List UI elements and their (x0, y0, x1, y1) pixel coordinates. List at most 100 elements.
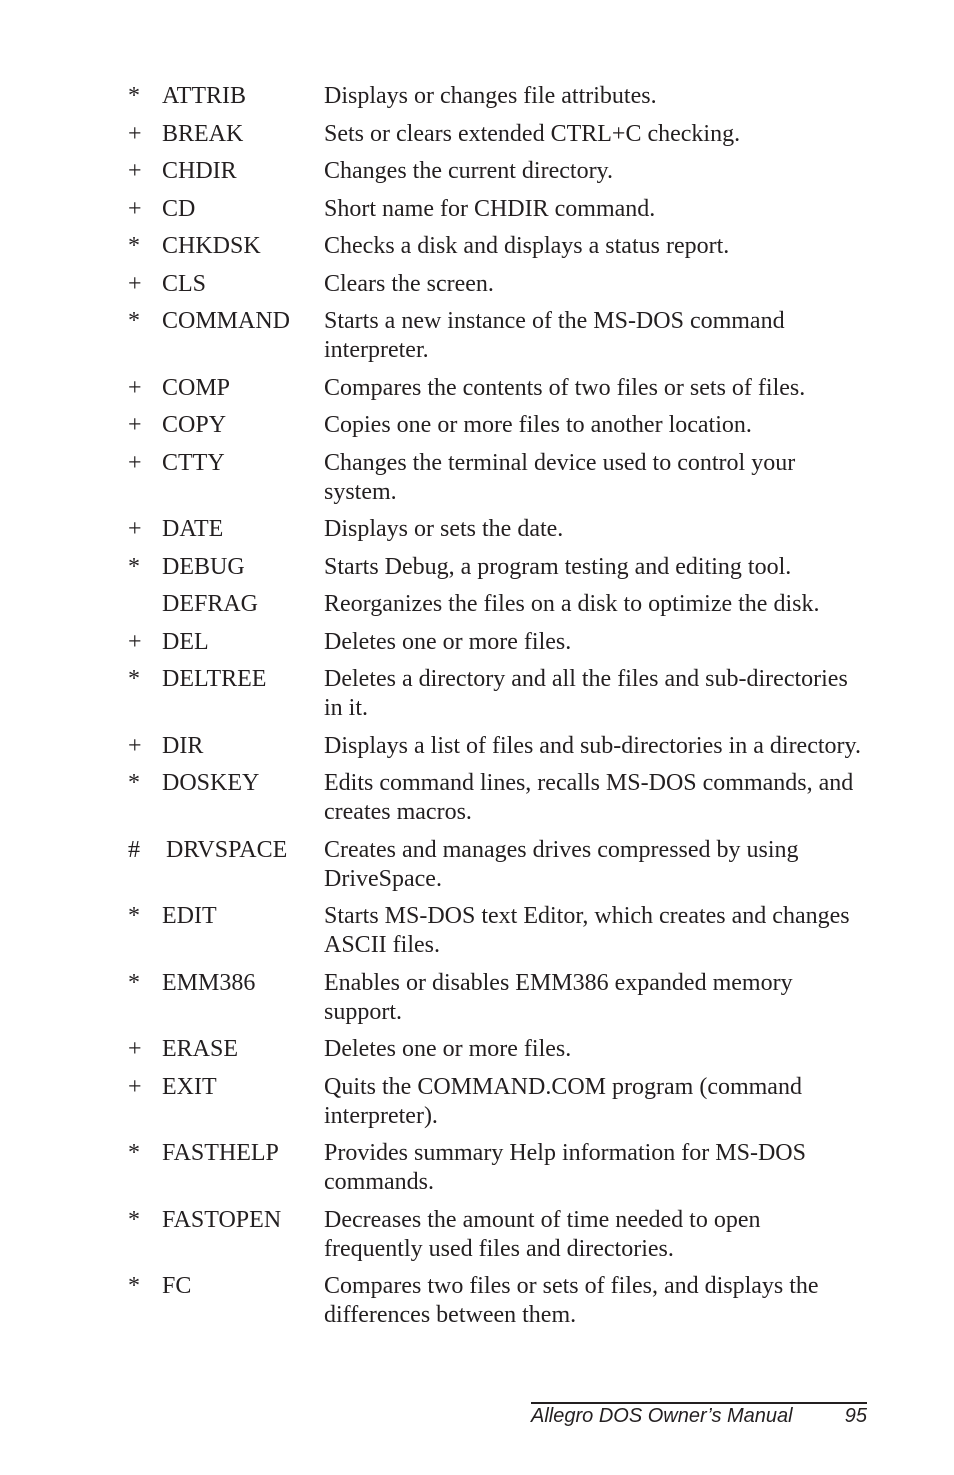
command-description: Decreases the amount of time needed to o… (324, 1206, 761, 1262)
command-entry: + BREAK Sets or clears extended CTRL+C che… (0, 120, 954, 149)
command-entry: + CHDIR Changes the current directory. (0, 157, 954, 186)
command-name: CHDIR (162, 158, 237, 184)
manual-title: Allegro DOS Owner’s Manual (531, 1405, 793, 1427)
command-description: Enables or disables EMM386 expanded memo… (324, 969, 793, 1025)
command-name: DOSKEY (162, 770, 260, 796)
command-description: Edits command lines, recalls MS-DOS comm… (324, 770, 854, 825)
command-description: Deletes a directory and all the files an… (324, 666, 848, 721)
command-description: Displays or changes file attributes. (324, 83, 657, 109)
availability-mark: * (128, 233, 140, 259)
command-description: Starts MS-DOS text Editor, which creates… (324, 903, 850, 958)
availability-mark: + (128, 158, 142, 184)
command-entry: + ERASE Deletes one or more files. (0, 1035, 954, 1064)
availability-mark: * (128, 666, 140, 692)
command-description: Creates and manages drives compressed by… (324, 836, 799, 892)
command-entry: + COMP Compares the contents of two files … (0, 374, 954, 403)
command-name: EMM386 (162, 969, 256, 996)
command-description: Changes the current directory. (324, 158, 613, 184)
availability-mark: + (128, 195, 142, 222)
command-description: Deletes one or more files. (324, 1036, 572, 1062)
command-entry: + DEL Deletes one or more files. (0, 628, 954, 657)
command-description: Copies one or more files to another loca… (324, 412, 752, 438)
command-description: Clears the screen. (324, 270, 494, 297)
command-entry: + CTTY Changes the terminal device used to… (0, 449, 954, 507)
command-name: FASTHELP (162, 1140, 279, 1166)
availability-mark: * (128, 903, 140, 929)
availability-mark: * (128, 969, 140, 996)
command-name: CLS (162, 270, 207, 297)
availability-mark: + (128, 120, 142, 147)
command-name: BREAK (162, 120, 244, 147)
command-entry: * DEBUG Starts Debug, a program testing an… (0, 553, 954, 582)
page-number: 95 (844, 1405, 867, 1427)
command-description: Compares the contents of two files or se… (324, 374, 806, 401)
command-name: COPY (162, 412, 227, 438)
availability-mark: + (128, 270, 142, 297)
command-name: DEBUG (162, 553, 245, 580)
command-description: Compares two files or sets of files, and… (324, 1273, 819, 1328)
command-description: Quits the COMMAND.COM program (command i… (324, 1073, 802, 1129)
footer-rule (531, 1402, 867, 1404)
availability-mark: # (128, 836, 140, 863)
command-name: FC (162, 1273, 192, 1299)
availability-mark: * (128, 1273, 140, 1299)
command-entry: * CHKDSK Checks a disk and displays a stat… (0, 232, 954, 261)
command-description: Provides summary Help information for MS… (324, 1140, 806, 1195)
availability-mark: + (128, 1073, 142, 1100)
availability-mark: + (128, 628, 142, 655)
command-description: Displays or sets the date. (324, 516, 564, 542)
command-name: ATTRIB (162, 83, 246, 109)
availability-mark: * (128, 1206, 140, 1233)
availability-mark: + (128, 412, 142, 438)
command-entry: + DATE Displays or sets the date. (0, 515, 954, 544)
command-name: COMP (162, 374, 231, 401)
command-description: Checks a disk and displays a status repo… (324, 233, 730, 259)
command-name: FASTOPEN (162, 1206, 282, 1233)
command-description: Changes the terminal device used to cont… (324, 449, 796, 505)
command-entry: # DRVSPACE Creates and manages drives comp… (0, 836, 954, 894)
command-entry: + CLS Clears the screen. (0, 270, 954, 299)
command-entry: * FC Compares two files or sets of files, … (0, 1272, 954, 1330)
command-name: CTTY (162, 449, 225, 476)
availability-mark: * (128, 553, 140, 580)
command-entry: + COPY Copies one or more files to another… (0, 411, 954, 440)
command-name: DEFRAG (162, 591, 259, 617)
availability-mark: * (128, 83, 140, 109)
command-description: Displays a list of files and sub-directo… (324, 732, 861, 759)
command-name: DELTREE (162, 666, 267, 692)
command-entry: + DIR Displays a list of files and sub-dir… (0, 732, 954, 761)
command-name: DATE (162, 516, 224, 542)
command-name: DEL (162, 628, 209, 655)
command-entry: + CD Short name for CHDIR command. (0, 195, 954, 224)
command-entry: * DELTREE Deletes a directory and all the … (0, 665, 954, 723)
availability-mark: * (128, 308, 140, 334)
availability-mark: * (128, 1140, 140, 1166)
command-description: Deletes one or more files. (324, 628, 572, 655)
command-entry: DEFRAG Reorganizes the files on a disk to… (0, 590, 954, 619)
command-description: Starts Debug, a program testing and edit… (324, 553, 792, 580)
command-name: COMMAND (162, 308, 291, 334)
availability-mark: * (128, 770, 140, 796)
command-entry: * ATTRIB Displays or changes file attribut… (0, 82, 954, 111)
command-description: Short name for CHDIR command. (324, 195, 656, 222)
command-description: Reorganizes the files on a disk to optim… (324, 591, 820, 617)
availability-mark: + (128, 374, 142, 401)
availability-mark: + (128, 732, 142, 759)
command-entry: + EXIT Quits the COMMAND.COM program (comm… (0, 1073, 954, 1131)
command-entry: * COMMAND Starts a new instance of the MS-… (0, 307, 954, 365)
command-name: ERASE (162, 1036, 239, 1062)
availability-mark: + (128, 516, 142, 542)
command-name: DIR (162, 732, 204, 759)
command-name: EDIT (162, 903, 217, 929)
command-name: EXIT (162, 1073, 217, 1100)
command-name: CD (162, 195, 196, 222)
availability-mark: + (128, 1036, 142, 1062)
command-entry: * DOSKEY Edits command lines, recalls MS-D… (0, 769, 954, 827)
command-entry: * FASTOPEN Decreases the amount of time ne… (0, 1206, 954, 1264)
availability-mark: + (128, 449, 142, 476)
command-description: Sets or clears extended CTRL+C checking. (324, 120, 741, 147)
command-entry: * EMM386 Enables or disables EMM386 expand… (0, 969, 954, 1027)
command-name: CHKDSK (162, 233, 261, 259)
command-description: Starts a new instance of the MS-DOS comm… (324, 308, 785, 363)
command-entry: * FASTHELP Provides summary Help informati… (0, 1139, 954, 1197)
